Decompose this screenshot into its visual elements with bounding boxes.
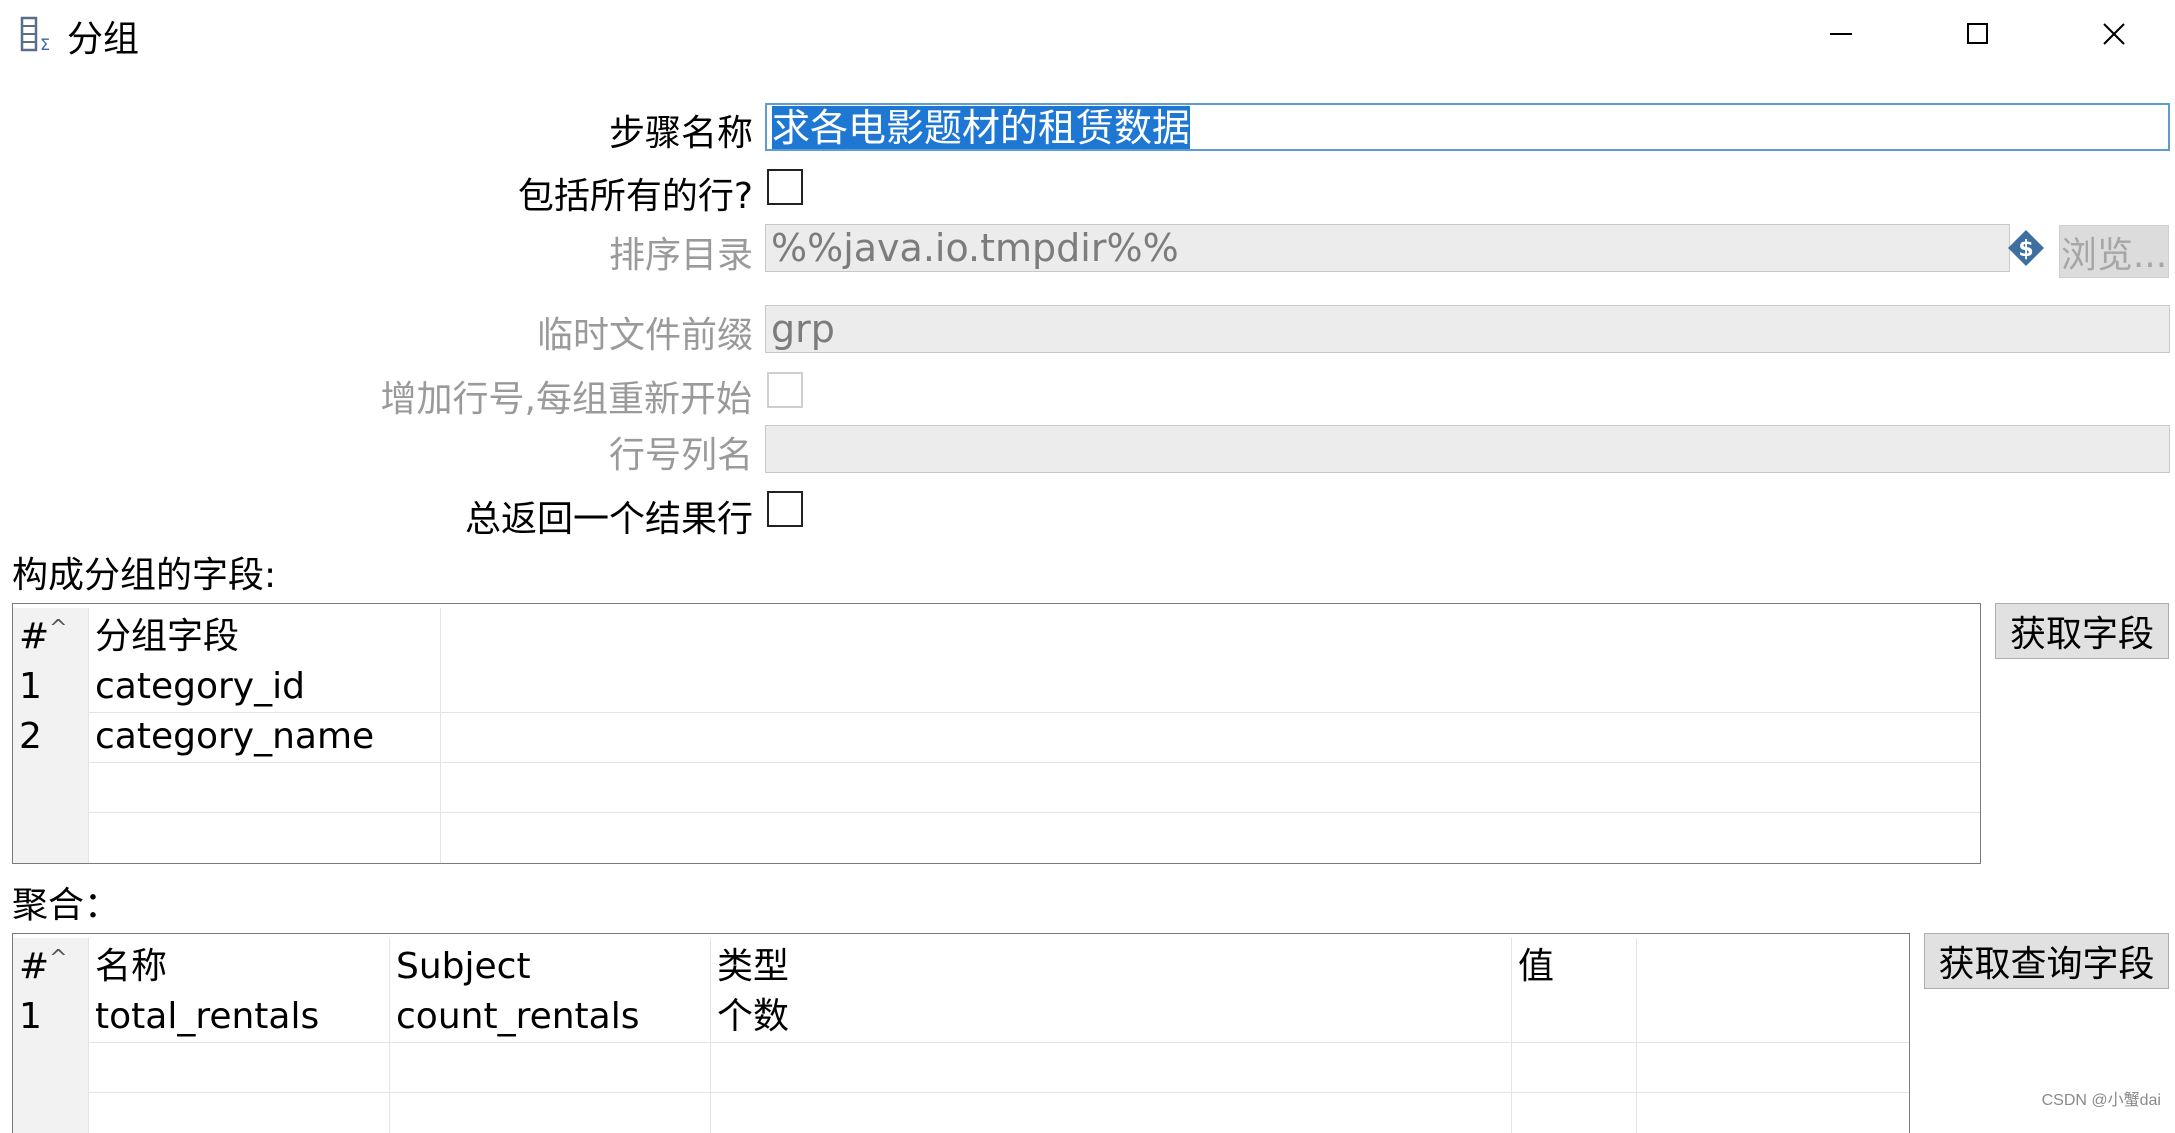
agg-value-cell[interactable] [1512,992,1637,1042]
sort-dir-input[interactable]: %%java.io.tmpdir%% [765,224,2010,272]
agg-subject-cell[interactable] [390,1092,711,1133]
row-index: 1 [13,662,89,712]
row-index: 2 [13,712,89,762]
table-header-row: #^ 名称 Subject 类型 值 [13,938,1909,992]
maximize-button[interactable] [1953,14,2003,54]
minimize-icon [1830,33,1852,35]
maximize-icon [1967,23,1988,44]
filler-cell [1637,992,1909,1042]
always-one-row-checkbox[interactable] [767,491,803,527]
close-button[interactable] [2089,14,2139,54]
row-index [13,1042,89,1092]
agg-name-cell[interactable] [89,1042,390,1092]
filler-cell [441,712,1980,762]
tmp-prefix-input[interactable]: grp [765,305,2170,353]
browse-button[interactable]: 浏览... [2059,225,2169,278]
table-row[interactable] [13,1092,1909,1133]
filler-cell [441,762,1980,812]
column-header-value[interactable]: 值 [1512,938,1637,992]
column-header-filler [441,608,1980,662]
group-fields-table[interactable]: #^ 分组字段 1 category_id 2 category_name [12,603,1981,864]
row-index [13,1092,89,1133]
group-field-cell[interactable]: category_name [89,712,441,762]
table-row[interactable]: 2 category_name [13,712,1980,763]
agg-value-cell[interactable] [1512,1092,1637,1133]
filler-cell [441,662,1980,712]
group-fields-title: 构成分组的字段: [12,555,277,596]
tmp-prefix-label: 临时文件前缀 [536,315,753,356]
column-header-type[interactable]: 类型 [711,938,1512,992]
table-row[interactable] [13,1042,1909,1093]
column-header-subject[interactable]: Subject [390,938,711,992]
get-fields-button[interactable]: 获取字段 [1995,603,2169,659]
svg-text:$: $ [2018,237,2033,262]
agg-name-cell[interactable]: total_rentals [89,992,390,1042]
filler-cell [1637,1092,1909,1133]
filler-cell [1637,1042,1909,1092]
group-field-cell[interactable] [89,762,441,812]
sort-dir-label: 排序目录 [608,235,753,276]
always-one-row-label: 总返回一个结果行 [464,499,753,540]
row-index: 1 [13,992,89,1042]
agg-type-cell[interactable] [711,1042,1512,1092]
svg-text:Σ: Σ [40,35,50,54]
agg-name-cell[interactable] [89,1092,390,1133]
table-header-row: #^ 分组字段 [13,608,1980,662]
include-all-rows-label: 包括所有的行? [517,176,753,217]
table-row[interactable] [13,762,1980,813]
sort-caret-icon: ^ [49,616,68,641]
window-title: 分组 [67,19,140,60]
column-header-idx[interactable]: #^ [13,608,89,662]
aggregates-title: 聚合： [12,885,121,926]
add-line-nr-label: 增加行号,每组重新开始 [380,379,752,420]
close-icon [2103,23,2125,45]
line-nr-field-input[interactable] [765,425,2170,473]
step-name-label: 步骤名称 [608,113,753,154]
watermark: CSDN @小蟹dai [2041,1092,2161,1109]
add-line-nr-checkbox[interactable] [767,372,803,408]
minimize-button[interactable] [1817,14,1867,54]
agg-value-cell[interactable] [1512,1042,1637,1092]
include-all-rows-checkbox[interactable] [767,169,803,205]
step-name-value: 求各电影题材的租赁数据 [772,106,1191,150]
group-by-icon: Σ [20,16,60,54]
step-name-input[interactable]: 求各电影题材的租赁数据 [765,103,2170,151]
get-lookup-fields-button[interactable]: 获取查询字段 [1924,933,2169,989]
aggregates-table[interactable]: #^ 名称 Subject 类型 值 1 total_rentals count… [12,933,1910,1133]
table-row[interactable]: 1 total_rentals count_rentals 个数 [13,992,1909,1043]
agg-type-cell[interactable] [711,1092,1512,1133]
agg-subject-cell[interactable]: count_rentals [390,992,711,1042]
column-header-idx[interactable]: #^ [13,938,89,992]
group-field-cell[interactable]: category_id [89,662,441,712]
sort-caret-icon: ^ [49,946,68,971]
dollar-diamond-icon[interactable]: $ [2006,228,2046,268]
agg-type-cell[interactable]: 个数 [711,992,1512,1042]
column-header-field[interactable]: 分组字段 [89,608,441,662]
table-row[interactable] [13,812,1980,863]
table-row[interactable]: 1 category_id [13,662,1980,713]
column-header-filler [1637,938,1909,992]
line-nr-field-label: 行号列名 [608,435,753,476]
row-index [13,762,89,812]
row-index [13,812,89,863]
column-header-name[interactable]: 名称 [89,938,390,992]
group-field-cell[interactable] [89,812,441,863]
agg-subject-cell[interactable] [390,1042,711,1092]
filler-cell [441,812,1980,863]
